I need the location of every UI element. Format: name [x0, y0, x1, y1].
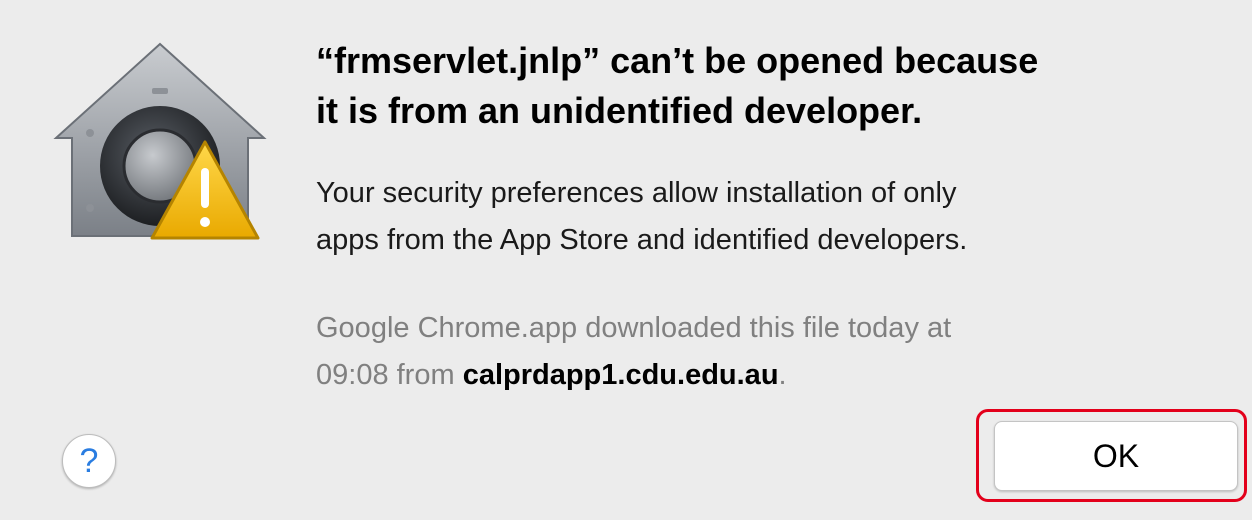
download-source-info: Google Chrome.app downloaded this file t… — [316, 305, 1216, 399]
download-source-suffix: . — [778, 359, 787, 391]
dialog-title-line-2: it is from an unidentified developer. — [316, 90, 923, 131]
ok-button[interactable]: OK — [994, 421, 1238, 491]
download-source-prefix: 09:08 from — [316, 359, 463, 391]
dialog-title: “frmservlet.jnlp” can’t be opened becaus… — [316, 36, 1216, 136]
gatekeeper-alert-dialog: “frmservlet.jnlp” can’t be opened becaus… — [0, 0, 1252, 520]
dialog-title-line-1: “frmservlet.jnlp” can’t be opened becaus… — [316, 40, 1039, 81]
dialog-message-line-1: Your security preferences allow installa… — [316, 177, 957, 209]
dialog-message-line-2: apps from the App Store and identified d… — [316, 224, 968, 256]
download-source-line-1: Google Chrome.app downloaded this file t… — [316, 312, 952, 344]
help-button[interactable]: ? — [62, 434, 116, 488]
dialog-message: Your security preferences allow installa… — [316, 170, 1216, 264]
security-house-icon — [53, 42, 267, 240]
download-host: calprdapp1.cdu.edu.au — [462, 359, 779, 391]
